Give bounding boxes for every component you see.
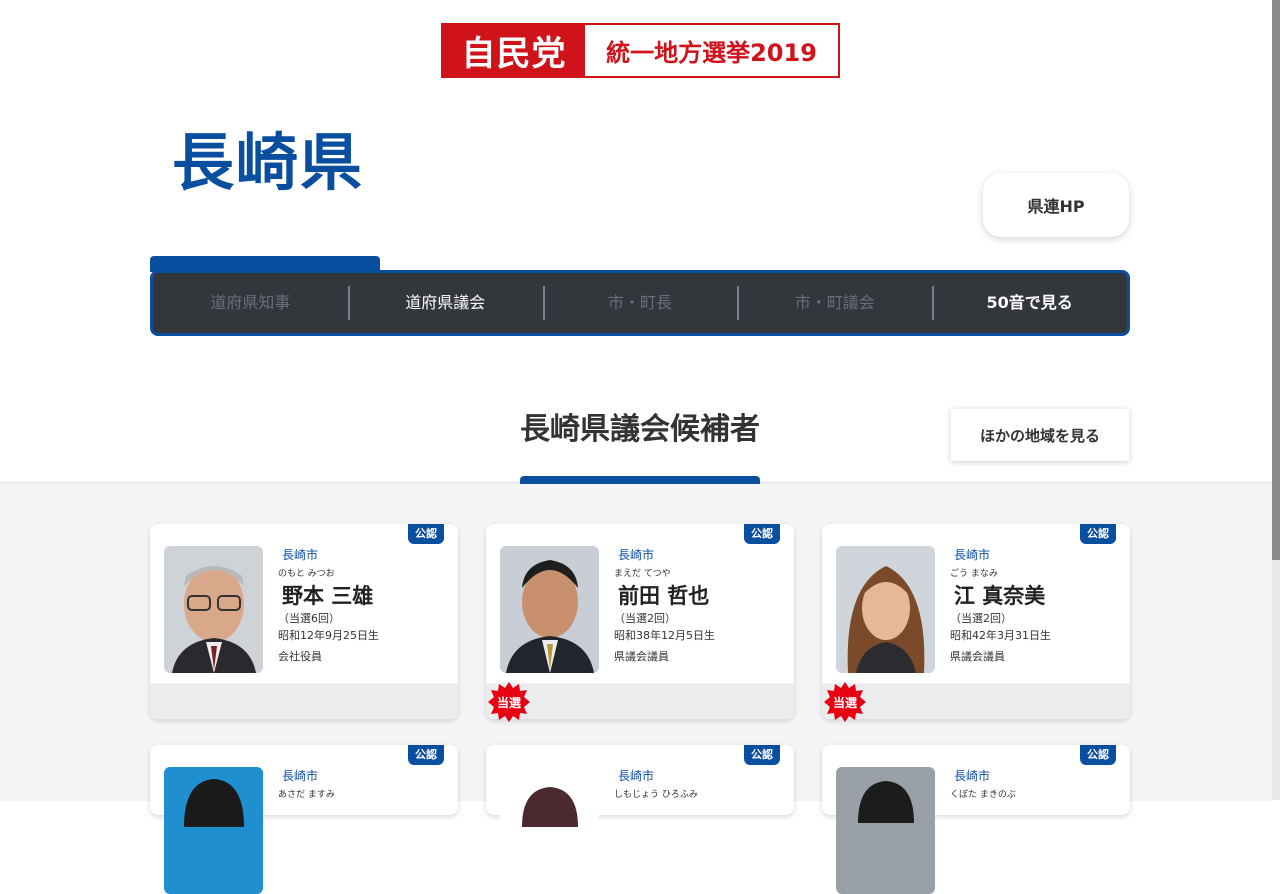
tab-mayor[interactable]: 市・町長 xyxy=(542,286,738,320)
official-badge: 公認 xyxy=(408,745,444,765)
candidate-city: 長崎市 xyxy=(954,769,991,783)
candidate-birthdate: 昭和42年3月31日生 xyxy=(950,629,1051,642)
candidate-photo xyxy=(836,546,935,673)
candidate-name[interactable]: 前田 哲也 xyxy=(618,582,784,610)
elected-stamp: 当選 xyxy=(488,682,530,722)
candidate-photo xyxy=(500,546,599,673)
section-title-underline xyxy=(520,476,760,484)
candidate-card[interactable]: 公認 長崎市 のもと みつお 野本 三雄 （当選6回） 昭和12年9月25日生 … xyxy=(150,524,458,719)
elected-stamp-label: 当選 xyxy=(497,695,521,710)
card-footer xyxy=(150,683,458,719)
official-badge: 公認 xyxy=(744,524,780,544)
candidate-terms: （当選2回） xyxy=(950,612,1012,625)
candidate-terms: （当選6回） xyxy=(278,612,340,625)
candidate-kana: あさだ ますみ xyxy=(278,790,335,800)
candidate-card[interactable]: 公認 長崎市 あさだ ますみ xyxy=(150,745,458,894)
official-badge: 公認 xyxy=(1080,524,1116,544)
category-tabs: 道府県知事 道府県議会 市・町長 市・町議会 50音で見る xyxy=(150,270,1130,336)
candidate-terms: （当選2回） xyxy=(614,612,676,625)
card-footer xyxy=(822,683,1130,719)
other-regions-button[interactable]: ほかの地域を見る xyxy=(951,409,1129,461)
candidate-kana: しもじょう ひろふみ xyxy=(614,790,698,800)
candidate-city: 長崎市 xyxy=(618,769,655,783)
tab-prefectural-assembly[interactable]: 道府県議会 xyxy=(347,286,543,320)
tab-municipal-assembly[interactable]: 市・町議会 xyxy=(737,286,932,320)
official-badge: 公認 xyxy=(408,524,444,544)
official-badge: 公認 xyxy=(744,745,780,765)
candidate-kana: ごう まなみ xyxy=(950,569,998,579)
logo-election: 統一地方選挙2019 xyxy=(606,39,817,67)
candidate-birthdate: 昭和38年12月5日生 xyxy=(614,629,715,642)
candidate-occupation: 県議会議員 xyxy=(614,650,669,663)
election-logo[interactable]: 自民党 統一地方選挙2019 xyxy=(441,23,840,78)
candidate-photo xyxy=(500,767,599,894)
page-scrollbar[interactable] xyxy=(1272,0,1280,800)
candidate-birthdate: 昭和12年9月25日生 xyxy=(278,629,379,642)
candidate-city: 長崎市 xyxy=(954,548,991,562)
scrollbar-thumb[interactable] xyxy=(1272,0,1280,560)
elected-stamp: 当選 xyxy=(824,682,866,722)
candidate-card[interactable]: 公認 長崎市 しもじょう ひろふみ xyxy=(486,745,794,894)
candidate-kana: のもと みつお xyxy=(278,569,335,579)
candidate-kana: くぼた まきのぶ xyxy=(950,790,1016,800)
candidate-city: 長崎市 xyxy=(282,548,319,562)
elected-stamp-label: 当選 xyxy=(833,695,857,710)
candidate-name[interactable]: 江 真奈美 xyxy=(954,582,1120,610)
candidate-card[interactable]: 公認 長崎市 ごう まなみ 江 真奈美 （当選2回） 昭和42年3月31日生 県… xyxy=(822,524,1130,722)
candidate-card[interactable]: 公認 長崎市 まえだ てつや 前田 哲也 （当選2回） 昭和38年12月5日生 … xyxy=(486,524,794,722)
tab-syllabary[interactable]: 50音で見る xyxy=(932,286,1127,320)
official-badge: 公認 xyxy=(1080,745,1116,765)
candidate-name[interactable]: 野本 三雄 xyxy=(282,582,448,610)
tab-governor[interactable]: 道府県知事 xyxy=(153,288,348,318)
candidate-photo xyxy=(164,546,263,673)
logo-party: 自民党 xyxy=(443,25,585,76)
candidate-city: 長崎市 xyxy=(282,769,319,783)
candidate-occupation: 会社役員 xyxy=(278,650,322,663)
candidate-photo xyxy=(164,767,263,894)
candidate-kana: まえだ てつや xyxy=(614,569,671,579)
candidate-card[interactable]: 公認 長崎市 くぼた まきのぶ xyxy=(822,745,1130,894)
card-footer xyxy=(486,683,794,719)
page-title: 長崎県 xyxy=(172,126,365,199)
prefecture-hp-button[interactable]: 県連HP xyxy=(983,173,1129,237)
candidate-photo xyxy=(836,767,935,894)
candidate-occupation: 県議会議員 xyxy=(950,650,1005,663)
candidate-city: 長崎市 xyxy=(618,548,655,562)
